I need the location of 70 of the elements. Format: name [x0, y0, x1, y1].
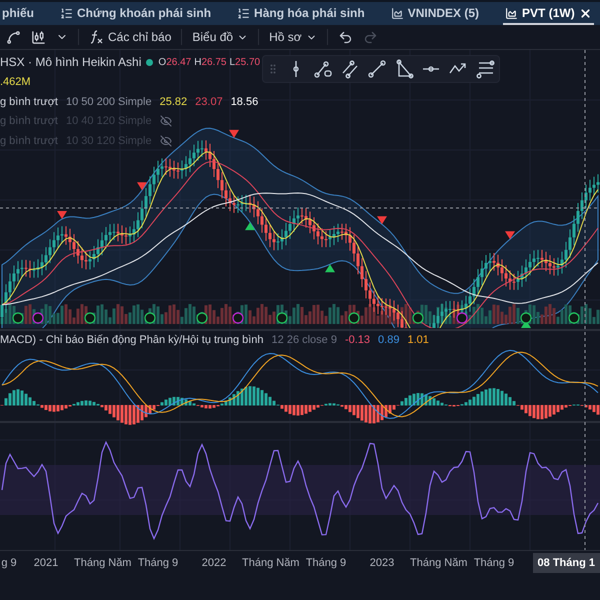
event-marker [348, 312, 360, 324]
indicator-value: 23.07 [195, 94, 223, 110]
time-label: Tháng 9 [136, 556, 180, 571]
candlestick-icon[interactable] [31, 30, 46, 44]
sell-marker [229, 130, 239, 138]
indicator-params: 10 50 200 Simple [66, 94, 152, 110]
chart-menu-button[interactable]: Biểu đồ [192, 28, 248, 46]
event-marker [276, 312, 288, 324]
hidden-eye-icon[interactable] [160, 115, 172, 128]
chart-tab[interactable]: Chứng khoán phái sinh [58, 3, 214, 25]
ohlc-value: L25.70 [229, 56, 260, 70]
time-label: Tháng Năm [242, 556, 298, 571]
sell-marker [137, 182, 147, 190]
event-marker [144, 312, 156, 324]
hidden-eye-icon[interactable] [160, 134, 172, 147]
macd-params: 12 26 close 9 [272, 333, 337, 348]
area-chart-icon [505, 6, 518, 20]
trend-line-icon[interactable] [367, 59, 387, 79]
macd-value: 1.01 [407, 333, 429, 348]
volume-value: .462M [0, 75, 31, 90]
buy-marker [245, 222, 255, 230]
undo-icon[interactable] [338, 30, 353, 44]
profile-menu-button[interactable]: Hồ sơ [269, 28, 317, 46]
chart-tab[interactable]: VNINDEX (5) [388, 3, 482, 25]
time-label: Tháng 9 [304, 556, 348, 571]
event-marker [196, 312, 208, 324]
event-marker [84, 312, 96, 324]
indicator-value: 18.56 [230, 94, 258, 110]
close-icon[interactable] [578, 6, 592, 20]
event-marker [520, 312, 532, 324]
indicator-name: g bình trượt [0, 114, 58, 129]
ohlc-value: H26.75 [194, 56, 226, 70]
macd-value: 0.89 [378, 333, 400, 348]
time-label: 2023 [368, 556, 396, 571]
macd-value: -0.13 [344, 333, 370, 348]
event-marker [32, 312, 44, 324]
fibonacci-levels-icon[interactable] [475, 59, 495, 79]
time-label: 2021 [32, 556, 60, 571]
line-chart-icon[interactable] [6, 30, 21, 44]
buy-marker [325, 264, 335, 272]
indicator-name: g bình trượt [0, 94, 58, 110]
indicator-value: 25.82 [160, 94, 188, 110]
indicators-button[interactable]: Các chỉ báo [89, 28, 172, 46]
function-icon [89, 30, 103, 44]
time-label: g 9 [0, 556, 18, 571]
sell-marker [57, 211, 67, 219]
event-marker [456, 312, 468, 324]
numbered-list-icon [237, 6, 250, 20]
pitchfork-icon[interactable] [340, 59, 360, 79]
time-label: Tháng Năm [74, 556, 130, 571]
event-marker [568, 312, 580, 324]
sell-marker [505, 231, 515, 240]
ohlc-value: O26.47 [158, 56, 192, 70]
numbered-list-icon [60, 6, 73, 20]
event-marker [412, 312, 424, 324]
chart-tab[interactable]: Hàng hóa phái sinh [235, 3, 367, 25]
time-label: Tháng 9 [472, 556, 516, 571]
triangle-pattern-icon[interactable] [394, 59, 414, 79]
event-marker [232, 312, 244, 324]
macd-title: MACD) - Chỉ báo Biến động Phân kỳ/Hội tụ trung bình [0, 333, 264, 348]
sell-marker [377, 216, 387, 224]
event-marker [12, 312, 24, 324]
parallel-channel-icon[interactable] [313, 59, 333, 79]
time-label: 2022 [200, 556, 228, 571]
time-label: 08 Tháng 1 [532, 552, 600, 574]
indicator-name: g bình trượt [0, 134, 58, 148]
time-label: Tháng Năm [410, 556, 466, 571]
area-chart-icon [390, 6, 404, 20]
symbol-title: HSX · Mô hình Heikin Ashi [0, 54, 142, 71]
chart-tab[interactable]: phiếu [0, 3, 36, 25]
